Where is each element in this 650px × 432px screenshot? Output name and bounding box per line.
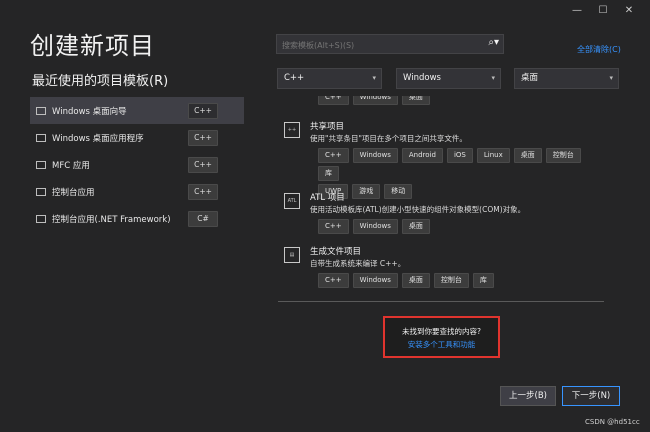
chevron-down-icon: ▾ bbox=[491, 74, 495, 82]
mfc-app-icon bbox=[36, 160, 46, 169]
console-icon bbox=[36, 214, 46, 223]
not-found-question: 未找到你要查找的内容? bbox=[402, 327, 481, 336]
template-description: 使用活动模板库(ATL)创建小型快速的组件对象模型(COM)对象。 bbox=[310, 205, 526, 214]
chevron-down-icon: ▾ bbox=[372, 74, 376, 82]
makefile-project-icon: ▤ bbox=[284, 247, 300, 263]
recent-item-label: 控制台应用(.NET Framework) bbox=[52, 214, 171, 225]
close-button[interactable]: ✕ bbox=[616, 2, 642, 18]
template-description: 自带生成系统来编译 C++。 bbox=[310, 259, 406, 268]
tag: 库 bbox=[472, 273, 494, 288]
template-item-makefile-project[interactable]: ▤ 生成文件项目 自带生成系统来编译 C++。 C++ Windows 桌面 控制台库 bbox=[278, 245, 608, 293]
clear-all-link[interactable]: 全部清除(C) bbox=[577, 44, 621, 55]
language-tag: C++ bbox=[188, 130, 218, 146]
tag: Windows bbox=[352, 148, 398, 163]
recent-item-label: 控制台应用 bbox=[52, 187, 95, 198]
recent-item-label: Windows 桌面应用程序 bbox=[52, 133, 144, 144]
recent-templates-list: Windows 桌面向导 C++ Windows 桌面应用程序 C++ MFC … bbox=[30, 97, 244, 232]
tag: 控制台 bbox=[545, 148, 581, 163]
language-tag: C# bbox=[188, 211, 218, 227]
tag: C++ bbox=[318, 148, 349, 163]
tag: 库 bbox=[318, 166, 339, 181]
template-description: 使用"共享条目"项目在多个项目之间共享文件。 bbox=[310, 134, 467, 143]
watermark: CSDN @hd51cc bbox=[585, 418, 640, 426]
tag: 桌面 bbox=[401, 273, 430, 288]
tag: Windows bbox=[352, 219, 398, 234]
recent-item-windows-desktop-wizard[interactable]: Windows 桌面向导 C++ bbox=[30, 97, 244, 124]
language-filter-dropdown[interactable]: C++ ▾ bbox=[277, 68, 382, 89]
tag: C++ bbox=[318, 219, 349, 234]
tag: Windows bbox=[352, 96, 398, 105]
template-name: 共享项目 bbox=[310, 122, 345, 132]
template-name: 生成文件项目 bbox=[310, 247, 362, 257]
maximize-button[interactable]: ☐ bbox=[590, 2, 616, 18]
tag: Windows bbox=[352, 273, 398, 288]
platform-filter-dropdown[interactable]: Windows ▾ bbox=[396, 68, 501, 89]
language-filter-value: C++ bbox=[284, 73, 305, 83]
tag: Android bbox=[401, 148, 443, 163]
back-button[interactable]: 上一步(B) bbox=[500, 386, 556, 406]
page-title: 创建新项目 bbox=[30, 32, 155, 60]
shared-project-icon: ++ bbox=[284, 122, 300, 138]
project-type-filter-value: 桌面 bbox=[521, 73, 539, 83]
search-box: ⌕▾ bbox=[276, 34, 504, 54]
window-app-icon bbox=[36, 106, 46, 115]
platform-filter-value: Windows bbox=[403, 73, 441, 83]
tag: Linux bbox=[476, 148, 510, 163]
template-list: C++ Windows 桌面 ++ 共享项目 使用"共享条目"项目在多个项目之间共享… bbox=[278, 96, 608, 301]
tag: C++ bbox=[318, 273, 349, 288]
tag: 桌面 bbox=[401, 219, 430, 234]
recent-item-windows-desktop-app[interactable]: Windows 桌面应用程序 C++ bbox=[30, 124, 244, 151]
recent-item-console-app[interactable]: 控制台应用 C++ bbox=[30, 178, 244, 205]
divider bbox=[278, 301, 604, 302]
chevron-down-icon: ▾ bbox=[609, 74, 613, 82]
atl-project-icon: ATL bbox=[284, 193, 300, 209]
recent-templates-heading: 最近使用的项目模板(R) bbox=[32, 74, 169, 89]
minimize-button[interactable]: — bbox=[564, 2, 590, 18]
recent-item-console-app-netfx[interactable]: 控制台应用(.NET Framework) C# bbox=[30, 205, 244, 232]
tag: 桌面 bbox=[513, 148, 542, 163]
template-tags: C++ Windows 桌面 bbox=[318, 96, 608, 108]
search-icon[interactable]: ⌕▾ bbox=[488, 37, 499, 48]
recent-item-label: Windows 桌面向导 bbox=[52, 106, 127, 117]
recent-item-label: MFC 应用 bbox=[52, 160, 90, 171]
template-tags: C++ Windows 桌面 控制台库 bbox=[318, 273, 608, 291]
tag: 桌面 bbox=[401, 96, 430, 105]
template-name: ATL 项目 bbox=[310, 193, 345, 203]
template-item-shared-project[interactable]: ++ 共享项目 使用"共享条目"项目在多个项目之间共享文件。 C++ Window… bbox=[278, 120, 608, 199]
console-icon bbox=[36, 187, 46, 196]
template-item-atl-project[interactable]: ATL ATL 项目 使用活动模板库(ATL)创建小型快速的组件对象模型(COM… bbox=[278, 191, 608, 239]
project-type-filter-dropdown[interactable]: 桌面 ▾ bbox=[514, 68, 619, 89]
install-tools-link[interactable]: 安装多个工具和功能 bbox=[385, 339, 498, 350]
template-tags: C++ Windows 桌面 bbox=[318, 219, 608, 237]
next-button[interactable]: 下一步(N) bbox=[562, 386, 620, 406]
recent-item-mfc-app[interactable]: MFC 应用 C++ bbox=[30, 151, 244, 178]
tag: 控制台 bbox=[433, 273, 469, 288]
language-tag: C++ bbox=[188, 184, 218, 200]
tag: C++ bbox=[318, 96, 349, 105]
not-found-panel: 未找到你要查找的内容? 安装多个工具和功能 bbox=[383, 316, 500, 358]
language-tag: C++ bbox=[188, 103, 218, 119]
tag: iOS bbox=[446, 148, 473, 163]
window-controls: — ☐ ✕ bbox=[564, 2, 642, 18]
language-tag: C++ bbox=[188, 157, 218, 173]
search-input[interactable] bbox=[280, 37, 474, 53]
window-app-icon bbox=[36, 133, 46, 142]
